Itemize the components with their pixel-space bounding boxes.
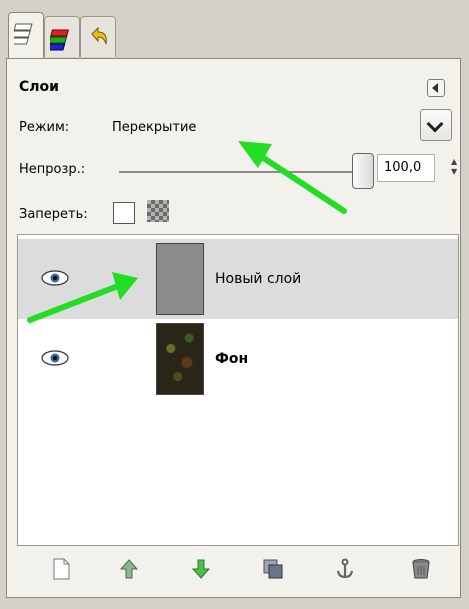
arrow-to-layer-icon bbox=[27, 272, 138, 323]
annotation-arrows bbox=[27, 141, 347, 323]
arrow-to-mode-icon bbox=[238, 141, 347, 214]
